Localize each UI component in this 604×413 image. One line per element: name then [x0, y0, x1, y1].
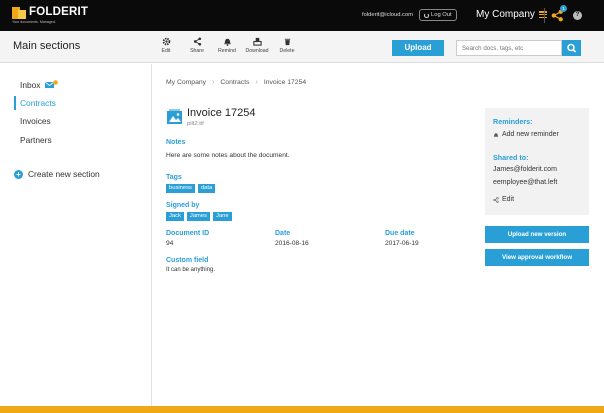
- sidebar-item-invoices[interactable]: Invoices: [20, 116, 51, 126]
- view-approval-workflow-button[interactable]: View approval workflow: [485, 249, 589, 266]
- shared-to-label: Shared to:: [493, 153, 529, 162]
- document-filename[interactable]: pilt2.tif: [187, 121, 204, 127]
- sidebar-item-partners[interactable]: Partners: [20, 135, 52, 145]
- tag-chip[interactable]: data: [197, 184, 216, 193]
- signed-by-label: Signed by: [166, 202, 200, 209]
- document-id-value: 94: [166, 240, 174, 247]
- share-label: Share: [190, 48, 204, 54]
- page-title: Main sections: [13, 40, 81, 52]
- share-icon: [493, 196, 499, 203]
- breadcrumb: My Company › Contracts › Invoice 17254: [166, 79, 306, 86]
- download-icon: [252, 37, 262, 46]
- envelope-icon: [44, 80, 58, 88]
- sidebar-item-label: Inbox: [20, 80, 41, 90]
- trash-icon: [284, 38, 290, 46]
- bell-icon: [223, 38, 231, 46]
- edit-sharing-label: Edit: [502, 196, 515, 203]
- brand-name: FOLDERIT: [29, 6, 89, 18]
- reminders-label: Reminders:: [493, 117, 533, 126]
- tag-chip[interactable]: business: [166, 184, 195, 193]
- chevron-right-icon: ›: [255, 79, 258, 86]
- add-reminder-link[interactable]: Add new reminder: [493, 131, 559, 138]
- breadcrumb-item: Invoice 17254: [263, 79, 307, 86]
- sidebar-item-inbox[interactable]: Inbox: [20, 80, 58, 90]
- breadcrumb-item[interactable]: My Company: [166, 79, 206, 86]
- menu-icon: [538, 11, 547, 18]
- due-date-value: 2017-06-19: [385, 240, 419, 247]
- delete-label: Delete: [279, 48, 295, 54]
- active-indicator: [14, 96, 16, 110]
- edit-button[interactable]: Edit: [151, 37, 181, 54]
- tags-list: business data: [166, 184, 216, 193]
- custom-field-value: It can be anything.: [166, 267, 216, 273]
- due-date-label: Due date: [385, 230, 415, 237]
- company-menu[interactable]: My Company: [476, 9, 547, 20]
- signer-chip[interactable]: Jack: [166, 212, 184, 221]
- notes-label: Notes: [166, 139, 186, 146]
- add-reminder-label: Add new reminder: [502, 131, 559, 138]
- date-value: 2016-08-16: [275, 240, 309, 247]
- shared-user: James@folderit.com: [493, 166, 557, 173]
- edit-sharing-link[interactable]: Edit: [493, 196, 514, 203]
- shared-user: eemployee@that.left: [493, 179, 558, 186]
- create-section-button[interactable]: + Create new section: [14, 169, 100, 179]
- bottom-bar: [0, 406, 604, 413]
- share-icon: [193, 37, 201, 46]
- search-icon: [567, 43, 577, 53]
- company-name: My Company: [476, 9, 535, 20]
- gear-icon: [162, 37, 170, 46]
- plus-icon: +: [14, 169, 23, 179]
- signer-chip[interactable]: James: [186, 212, 210, 221]
- logo[interactable]: FOLDERIT Your documents. Managed.: [12, 6, 89, 24]
- sidebar: Inbox Contracts Invoices Partners + Crea…: [0, 64, 152, 406]
- date-label: Date: [275, 230, 291, 237]
- document-title: Invoice 17254: [187, 107, 256, 119]
- details-panel: Reminders: Add new reminder Shared to: J…: [485, 108, 589, 215]
- edit-label: Edit: [161, 48, 171, 54]
- notification-badge: 1: [560, 5, 567, 12]
- custom-field-label: Custom field: [166, 257, 209, 264]
- signers-list: Jack James Jane: [166, 212, 232, 221]
- download-button[interactable]: Download: [242, 37, 272, 54]
- folder-logo-icon: [12, 7, 26, 19]
- toolbar: Main sections Edit Share Remind Download…: [0, 31, 604, 63]
- brand-tagline: Your documents. Managed.: [12, 20, 56, 24]
- remind-label: Remind: [218, 48, 236, 54]
- top-bar: FOLDERIT Your documents. Managed. folder…: [0, 0, 604, 31]
- upload-button[interactable]: Upload: [392, 40, 444, 56]
- user-email: folderit@icloud.com: [362, 12, 413, 18]
- download-label: Download: [245, 48, 269, 54]
- share-button[interactable]: Share: [182, 37, 212, 54]
- tags-label: Tags: [166, 174, 182, 181]
- sidebar-item-contracts[interactable]: Contracts: [20, 98, 56, 108]
- breadcrumb-item[interactable]: Contracts: [220, 79, 249, 86]
- divider: [544, 8, 545, 23]
- power-icon: [424, 12, 429, 18]
- logout-label: Log Out: [431, 12, 452, 18]
- logout-button[interactable]: Log Out: [419, 9, 457, 21]
- create-section-label: Create new section: [28, 169, 100, 179]
- search-input[interactable]: [456, 40, 562, 56]
- help-icon[interactable]: ?: [573, 11, 582, 20]
- bell-plus-icon: [493, 132, 499, 137]
- search-button[interactable]: [562, 40, 581, 56]
- upload-new-version-button[interactable]: Upload new version: [485, 226, 589, 243]
- remind-button[interactable]: Remind: [212, 37, 242, 54]
- delete-button[interactable]: Delete: [272, 37, 302, 54]
- image-file-icon: [167, 109, 182, 124]
- signer-chip[interactable]: Jane: [213, 212, 232, 221]
- chevron-right-icon: ›: [212, 79, 215, 86]
- document-id-label: Document ID: [166, 230, 210, 237]
- notes-value: Here are some notes about the document.: [166, 152, 290, 159]
